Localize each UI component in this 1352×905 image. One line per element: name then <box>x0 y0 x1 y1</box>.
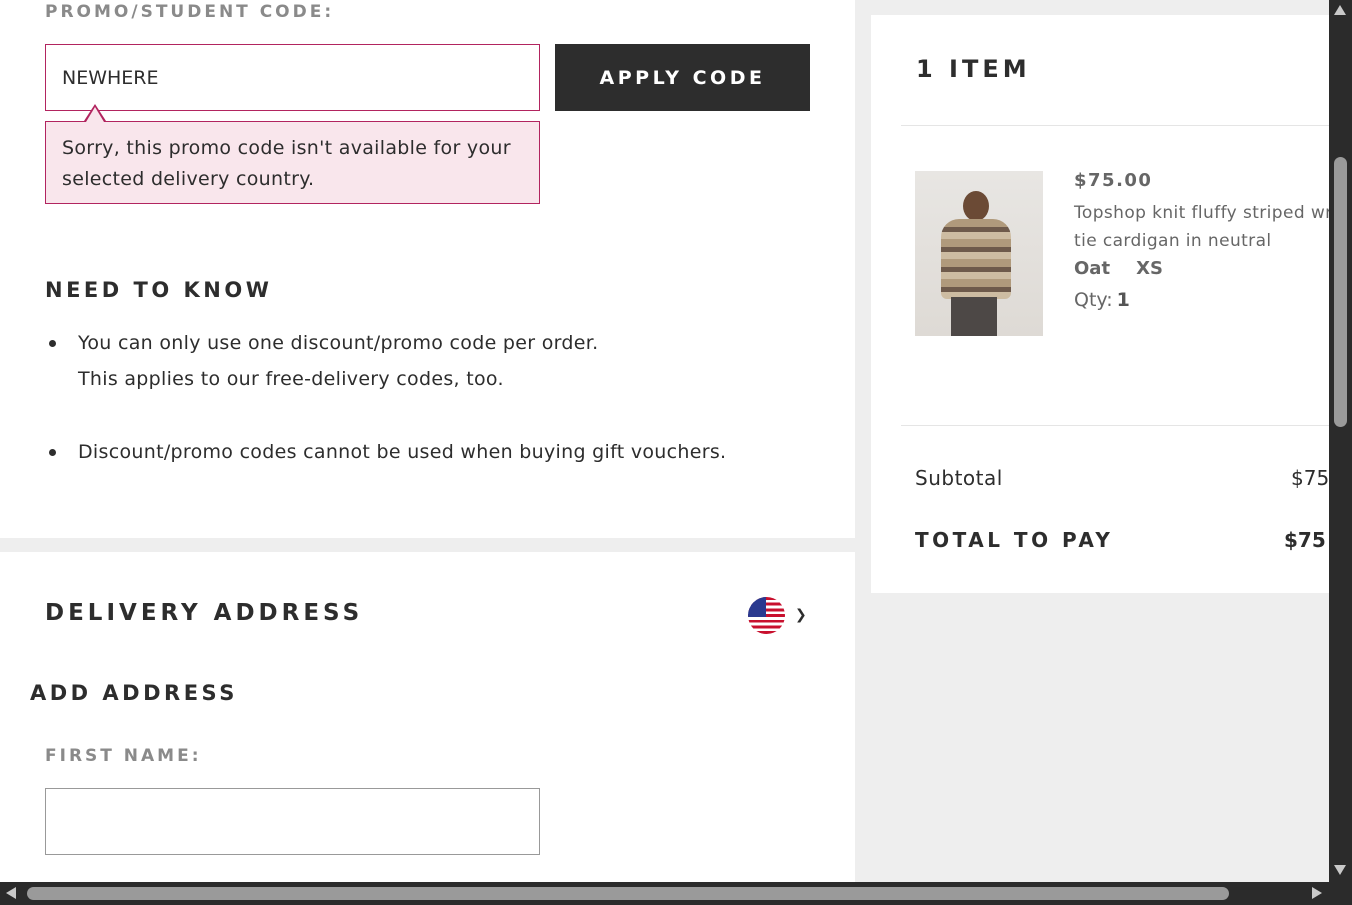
qty-label: Qty: <box>1074 289 1113 311</box>
promo-code-input[interactable]: NEWHERE <box>45 44 540 111</box>
order-summary: 1 ITEM $75.00 Topshop knit fluffy stripe… <box>871 15 1329 593</box>
chevron-down-icon: ❯ <box>795 607 807 623</box>
vertical-scrollbar[interactable] <box>1329 0 1352 882</box>
product-size: XS <box>1136 258 1163 279</box>
promo-error-message: Sorry, this promo code isn't available f… <box>45 121 540 204</box>
product-name-line-1: Topshop knit fluffy striped wr <box>1074 203 1329 223</box>
list-item-line-1: Discount/promo codes cannot be used when… <box>78 441 727 463</box>
horizontal-scroll-thumb[interactable] <box>27 887 1229 900</box>
apply-code-button[interactable]: APPLY CODE <box>555 44 810 111</box>
error-line-2: selected delivery country. <box>62 168 315 190</box>
vertical-scroll-thumb[interactable] <box>1334 157 1347 427</box>
promo-section: PROMO/STUDENT CODE: NEWHERE APPLY CODE S… <box>0 0 855 538</box>
subtotal-label: Subtotal <box>915 466 1003 490</box>
product-variant: Oat XS <box>1074 258 1189 279</box>
list-item-line-1: You can only use one discount/promo code… <box>78 332 599 354</box>
us-flag-icon <box>748 596 785 634</box>
first-name-input[interactable] <box>45 788 540 855</box>
product-image[interactable] <box>915 171 1043 336</box>
need-to-know-title: NEED TO KNOW <box>45 278 273 302</box>
product-price: $75.00 <box>1074 170 1153 191</box>
list-item: You can only use one discount/promo code… <box>45 325 825 397</box>
checkout-viewport: PROMO/STUDENT CODE: NEWHERE APPLY CODE S… <box>0 0 1329 882</box>
scroll-right-icon[interactable] <box>1312 887 1322 899</box>
scroll-down-icon[interactable] <box>1334 865 1346 875</box>
error-pointer-fill <box>86 107 104 122</box>
promo-code-value: NEWHERE <box>62 66 159 89</box>
scroll-left-icon[interactable] <box>6 887 16 899</box>
country-selector[interactable]: ❯ <box>748 596 810 634</box>
subtotal-value: $75 <box>1291 466 1329 490</box>
qty-value: 1 <box>1116 289 1130 311</box>
product-color: Oat <box>1074 258 1111 279</box>
delivery-address-title: DELIVERY ADDRESS <box>45 600 364 626</box>
first-name-label: FIRST NAME: <box>45 746 202 766</box>
total-label: TOTAL TO PAY <box>915 528 1114 552</box>
product-name[interactable]: Topshop knit fluffy striped wr tie cardi… <box>1074 199 1329 255</box>
scrollbar-corner <box>1329 882 1352 905</box>
need-to-know-list: You can only use one discount/promo code… <box>45 325 825 470</box>
scroll-up-icon[interactable] <box>1334 5 1346 15</box>
add-address-title: ADD ADDRESS <box>30 681 238 705</box>
promo-code-label: PROMO/STUDENT CODE: <box>45 2 335 22</box>
divider <box>901 125 1329 126</box>
product-name-line-2: tie cardigan in neutral <box>1074 231 1272 251</box>
list-item: Discount/promo codes cannot be used when… <box>45 434 825 470</box>
horizontal-scrollbar[interactable] <box>0 882 1352 905</box>
error-line-1: Sorry, this promo code isn't available f… <box>62 137 511 159</box>
items-count-title: 1 ITEM <box>916 55 1031 83</box>
total-value: $75 <box>1284 528 1326 552</box>
divider <box>901 425 1329 426</box>
list-item-line-2: This applies to our free-delivery codes,… <box>78 368 504 390</box>
product-quantity: Qty: 1 <box>1074 289 1130 311</box>
